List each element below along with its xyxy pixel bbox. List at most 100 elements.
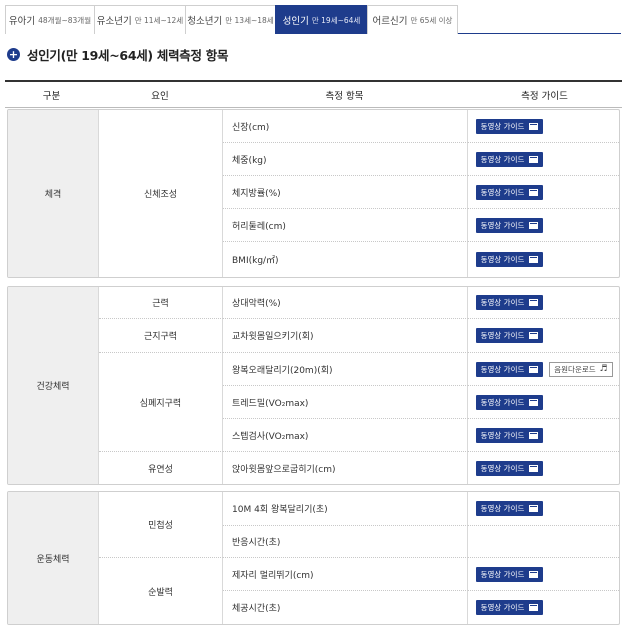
video-guide-label: 동영상 가이드 — [480, 569, 525, 579]
item-cell: 트레드밀(VO₂max) — [223, 386, 468, 419]
guide-cell: 동영상 가이드 — [468, 558, 619, 591]
factor-cell: 유연성 — [99, 452, 223, 484]
video-guide-label: 동영상 가이드 — [480, 154, 525, 164]
factor-cell: 신체조성 — [99, 110, 223, 277]
tab-label: 청소년기 — [187, 16, 223, 27]
video-guide-button[interactable]: 동영상 가이드 — [476, 151, 543, 167]
guide-cell: 동영상 가이드 — [468, 492, 619, 526]
header-guide: 측정 가이드 — [521, 90, 568, 102]
music-note-icon: ♬ — [599, 363, 608, 374]
video-camera-icon — [529, 365, 539, 373]
guide-cell: 동영상 가이드 — [468, 176, 619, 209]
video-camera-icon — [529, 332, 539, 339]
video-guide-button[interactable]: 동영상 가이드 — [476, 118, 543, 134]
video-camera-icon — [529, 155, 539, 163]
video-guide-button[interactable]: 동영상 가이드 — [476, 460, 543, 476]
age-tabs: 유아기 48개월~83개월 유소년기 만 11세~12세 청소년기 만 13세~18세 성인… — [5, 5, 621, 34]
header-category: 구분 — [42, 90, 61, 102]
factor-cell: 민첩성 — [99, 492, 223, 558]
tab-label: 성인기 — [282, 16, 309, 27]
guide-cell: 동영상 가이드 — [468, 143, 619, 176]
header-item: 측정 항목 — [325, 90, 364, 102]
tab-age-range: 만 65세 이상 — [410, 15, 453, 25]
guide-cell: 동영상 가이드 — [468, 452, 619, 484]
video-guide-button[interactable]: 동영상 가이드 — [476, 252, 543, 267]
video-camera-icon — [529, 299, 539, 306]
category-cell: 운동체력 — [8, 492, 99, 624]
item-cell: 체중(kg) — [223, 143, 468, 176]
video-guide-label: 동영상 가이드 — [480, 121, 525, 131]
video-guide-button[interactable]: 동영상 가이드 — [476, 600, 543, 615]
tab-label: 어르신기 — [372, 16, 408, 27]
group-0: 체격 신장(cm) 동영상 가이드 체중(kg) 동영상 가이드 체지방률(%) 동영상 가… — [7, 109, 620, 278]
video-guide-label: 동영상 가이드 — [480, 504, 525, 513]
guide-cell: 동영상 가이드 — [468, 287, 619, 319]
tab-label: 유소년기 — [96, 16, 132, 27]
item-cell: 상대악력(%) — [223, 287, 468, 319]
item-cell: 허리둘레(cm) — [223, 209, 468, 242]
guide-cell — [468, 526, 619, 558]
plus-circle-icon: + — [7, 47, 20, 61]
group-1: 건강체력 상대악력(%) 동영상 가이드 근력 교차윗몸일으키기(회) 동영상 가이드 근지… — [7, 286, 620, 485]
group-2: 운동체력 10M 4회 왕복달리기(초) 동영상 가이드 반응시간(초) 민첩성 제자리 … — [7, 491, 620, 625]
category-cell: 체격 — [8, 110, 99, 277]
video-guide-label: 동영상 가이드 — [480, 463, 525, 473]
video-camera-icon — [529, 256, 539, 263]
guide-cell: 동영상 가이드 — [468, 386, 619, 419]
video-guide-button[interactable]: 동영상 가이드 — [476, 328, 543, 343]
guide-cell: 동영상 가이드 — [468, 319, 619, 353]
video-guide-button[interactable]: 동영상 가이드 — [476, 184, 543, 200]
section-title: 성인기(만 19세~64세) 체력측정 항목 — [27, 47, 229, 63]
video-camera-icon — [529, 221, 539, 229]
video-camera-icon — [529, 431, 539, 439]
video-guide-button[interactable]: 동영상 가이드 — [476, 394, 543, 410]
item-cell: BMI(kg/㎡) — [223, 242, 468, 277]
video-guide-label: 동영상 가이드 — [480, 255, 525, 264]
factor-cell: 심폐지구력 — [99, 353, 223, 452]
video-camera-icon — [529, 505, 539, 512]
tab-age-range: 만 19세~64세 — [311, 15, 361, 25]
item-cell: 스텝검사(VO₂max) — [223, 419, 468, 452]
video-camera-icon — [529, 188, 539, 196]
video-guide-label: 동영상 가이드 — [480, 187, 525, 197]
video-guide-label: 동영상 가이드 — [480, 430, 525, 440]
category-cell: 건강체력 — [8, 287, 99, 484]
video-camera-icon — [529, 464, 539, 472]
factor-cell: 순발력 — [99, 558, 223, 624]
video-camera-icon — [529, 122, 539, 130]
guide-cell: 동영상 가이드 — [468, 242, 619, 277]
video-guide-button[interactable]: 동영상 가이드 — [476, 427, 543, 443]
tab-3[interactable]: 성인기 만 19세~64세 — [275, 5, 368, 34]
video-camera-icon — [529, 604, 539, 611]
tab-1[interactable]: 유소년기 만 11세~12세 — [94, 5, 186, 34]
table-header: 구분 요인 측정 항목 측정 가이드 — [5, 80, 622, 108]
factor-cell: 근지구력 — [99, 319, 223, 353]
item-cell: 앉아윗몸앞으로굽히기(cm) — [223, 452, 468, 484]
video-guide-button[interactable]: 동영상 가이드 — [476, 361, 543, 377]
video-guide-button[interactable]: 동영상 가이드 — [476, 217, 543, 233]
video-guide-label: 동영상 가이드 — [480, 364, 525, 374]
video-guide-button[interactable]: 동영상 가이드 — [476, 295, 543, 310]
video-camera-icon — [529, 398, 539, 406]
audio-download-button[interactable]: 음원다운로드 ♬ — [549, 361, 613, 377]
tab-4[interactable]: 어르신기 만 65세 이상 — [367, 5, 458, 34]
item-cell: 신장(cm) — [223, 110, 468, 143]
video-guide-label: 동영상 가이드 — [480, 220, 525, 230]
video-guide-button[interactable]: 동영상 가이드 — [476, 566, 543, 582]
item-cell: 교차윗몸일으키기(회) — [223, 319, 468, 353]
item-cell: 반응시간(초) — [223, 526, 468, 558]
guide-cell: 동영상 가이드 — [468, 591, 619, 624]
guide-cell: 동영상 가이드 음원다운로드 ♬ — [468, 353, 619, 386]
video-guide-button[interactable]: 동영상 가이드 — [476, 501, 543, 516]
tab-age-range: 만 13세~18세 — [225, 15, 274, 25]
section-header: + 성인기(만 19세~64세) 체력측정 항목 — [7, 45, 228, 63]
guide-cell: 동영상 가이드 — [468, 209, 619, 242]
tab-2[interactable]: 청소년기 만 13세~18세 — [185, 5, 276, 34]
guide-cell: 동영상 가이드 — [468, 419, 619, 452]
factor-cell: 근력 — [99, 287, 223, 319]
video-guide-label: 동영상 가이드 — [480, 331, 525, 340]
tab-age-range: 만 11세~12세 — [134, 15, 184, 25]
video-camera-icon — [529, 570, 539, 578]
tab-0[interactable]: 유아기 48개월~83개월 — [5, 5, 95, 34]
item-cell: 체공시간(초) — [223, 591, 468, 624]
